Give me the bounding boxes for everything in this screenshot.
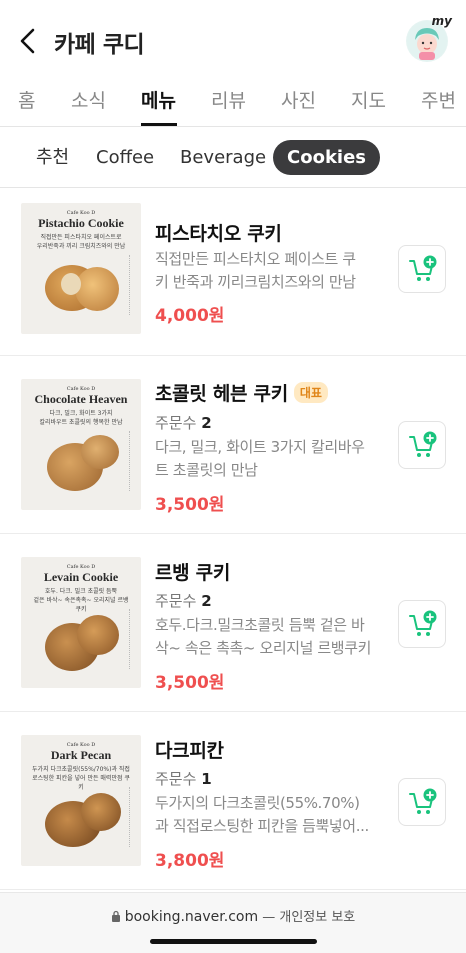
menu-item-name: 피스타치오 쿠키 bbox=[155, 223, 282, 245]
menu-item-thumbnail: Cafe Koo D Dark Pecan 두가지 다크초콜릿(55%/70%)… bbox=[21, 735, 141, 866]
main-tab-bar: 홈 소식 메뉴 리뷰 사진 지도 주변 bbox=[0, 80, 466, 127]
menu-item-desc: 다크, 밀크, 화이트 3가지 칼리바우 트 초콜릿의 만남 bbox=[155, 438, 365, 479]
menu-item-name: 르뱅 쿠키 bbox=[155, 562, 231, 584]
menu-item-name-text: 초콜릿 헤븐 쿠키 bbox=[155, 383, 288, 405]
menu-item-thumbnail: Cafe Koo D Levain Cookie 호두. 다크. 밀크 초콜릿 … bbox=[21, 557, 141, 688]
menu-item-price: 4,000원 bbox=[155, 306, 225, 326]
add-to-cart-button[interactable] bbox=[398, 778, 446, 826]
tab-news[interactable]: 소식 bbox=[71, 86, 106, 113]
thumb-title: Chocolate Heaven bbox=[34, 392, 128, 406]
menu-item-price: 3,800원 bbox=[155, 851, 225, 871]
thumb-title: Dark Pecan bbox=[50, 748, 112, 762]
back-arrow-icon[interactable] bbox=[16, 26, 42, 56]
add-to-cart-button[interactable] bbox=[398, 245, 446, 293]
menu-item-desc: 호두.다크.밀크초콜릿 듬뿍 겉은 바 삭~ 속은 촉촉~ 오리지널 르뱅쿠키 bbox=[155, 616, 372, 657]
cart-plus-icon bbox=[409, 788, 437, 814]
avatar[interactable]: my bbox=[406, 14, 452, 62]
avatar-label: my bbox=[431, 14, 452, 28]
order-count: 주문수 2 bbox=[155, 414, 212, 432]
menu-item-price: 3,500원 bbox=[155, 673, 225, 693]
url-separator: — bbox=[258, 910, 280, 925]
app-header: 카페 쿠디 my bbox=[0, 0, 466, 80]
tab-reviews[interactable]: 리뷰 bbox=[211, 86, 246, 113]
tab-map[interactable]: 지도 bbox=[351, 86, 386, 113]
chip-cookies[interactable]: Cookies bbox=[273, 140, 381, 175]
cookie-image bbox=[81, 793, 121, 831]
add-to-cart-button[interactable] bbox=[398, 421, 446, 469]
tab-menu[interactable]: 메뉴 bbox=[141, 86, 176, 113]
menu-item-price: 3,500원 bbox=[155, 495, 225, 515]
cart-plus-icon bbox=[409, 610, 437, 636]
page-title: 카페 쿠디 bbox=[54, 32, 145, 58]
tab-home[interactable]: 홈 bbox=[18, 86, 35, 113]
thumb-title: Levain Cookie bbox=[43, 570, 119, 584]
signature-badge: 대표 bbox=[293, 382, 328, 403]
thumb-title: Pistachio Cookie bbox=[38, 216, 124, 230]
menu-item[interactable]: Cafe Koo D Chocolate Heaven 다크, 밀크, 화이트 … bbox=[0, 356, 466, 534]
category-chip-bar: 추천 Coffee Beverage Cookies bbox=[0, 128, 466, 188]
home-indicator[interactable] bbox=[150, 939, 317, 944]
menu-item[interactable]: Cafe Koo D Levain Cookie 호두. 다크. 밀크 초콜릿 … bbox=[0, 534, 466, 712]
cart-plus-icon bbox=[409, 431, 437, 457]
privacy-label: 개인정보 보호 bbox=[279, 910, 356, 925]
menu-item-thumbnail: Cafe Koo D Pistachio Cookie 직접만든 피스타치오 페… bbox=[21, 203, 141, 334]
tab-photos[interactable]: 사진 bbox=[281, 86, 316, 113]
chip-recommended[interactable]: 추천 bbox=[22, 140, 83, 175]
url-row: booking.naver.com — 개인정보 보호 bbox=[0, 906, 466, 925]
cookie-image bbox=[75, 267, 119, 311]
url-text[interactable]: booking.naver.com bbox=[125, 909, 258, 925]
menu-item-thumbnail: Cafe Koo D Chocolate Heaven 다크, 밀크, 화이트 … bbox=[21, 379, 141, 510]
tab-nearby[interactable]: 주변 bbox=[421, 86, 456, 113]
thumb-desc: 다크, 밀크, 화이트 3가지 칼리바우트 초콜릿의 행복한 만남 bbox=[39, 410, 123, 426]
menu-item-name: 초콜릿 헤븐 쿠키 대표 bbox=[155, 379, 328, 406]
chip-coffee[interactable]: Coffee bbox=[82, 140, 168, 175]
menu-item[interactable]: Cafe Koo D Dark Pecan 두가지 다크초콜릿(55%/70%)… bbox=[0, 712, 466, 890]
thumb-desc: 두가지 다크초콜릿(55%/70%)과 직접 로스팅한 피칸을 넣어 만든 매력만… bbox=[32, 766, 130, 791]
cookie-image bbox=[77, 615, 119, 655]
add-to-cart-button[interactable] bbox=[398, 600, 446, 648]
thumb-desc: 호두. 다크. 밀크 초콜릿 듬뿍 겉은 바삭~ 속은촉촉~ 오리지널 르뱅쿠키 bbox=[33, 588, 129, 613]
lock-icon bbox=[111, 910, 120, 922]
order-count: 주문수 1 bbox=[155, 770, 212, 788]
order-count: 주문수 2 bbox=[155, 592, 212, 610]
cookie-filling bbox=[61, 273, 81, 295]
menu-item[interactable]: Cafe Koo D Pistachio Cookie 직접만든 피스타치오 페… bbox=[0, 188, 466, 356]
menu-item-name: 다크피칸 bbox=[155, 740, 224, 762]
browser-url-bar[interactable]: booking.naver.com — 개인정보 보호 bbox=[0, 892, 466, 953]
menu-item-desc: 두가지의 다크초콜릿(55%.70%) 과 직접로스팅한 피칸을 듬뿍넣어... bbox=[155, 794, 369, 835]
cookie-image bbox=[81, 435, 119, 469]
cart-plus-icon bbox=[409, 255, 437, 281]
thumb-desc: 직접만든 피스타치오 페이스트로 우리반죽과 끼리 크림치즈와의 만남 bbox=[36, 234, 126, 250]
active-tab-indicator bbox=[141, 123, 177, 126]
menu-item-desc: 직접만든 피스타치오 페이스트 쿠키 반죽과 끼리크림치즈와의 만남 bbox=[155, 250, 356, 291]
chip-beverage[interactable]: Beverage bbox=[166, 140, 280, 175]
